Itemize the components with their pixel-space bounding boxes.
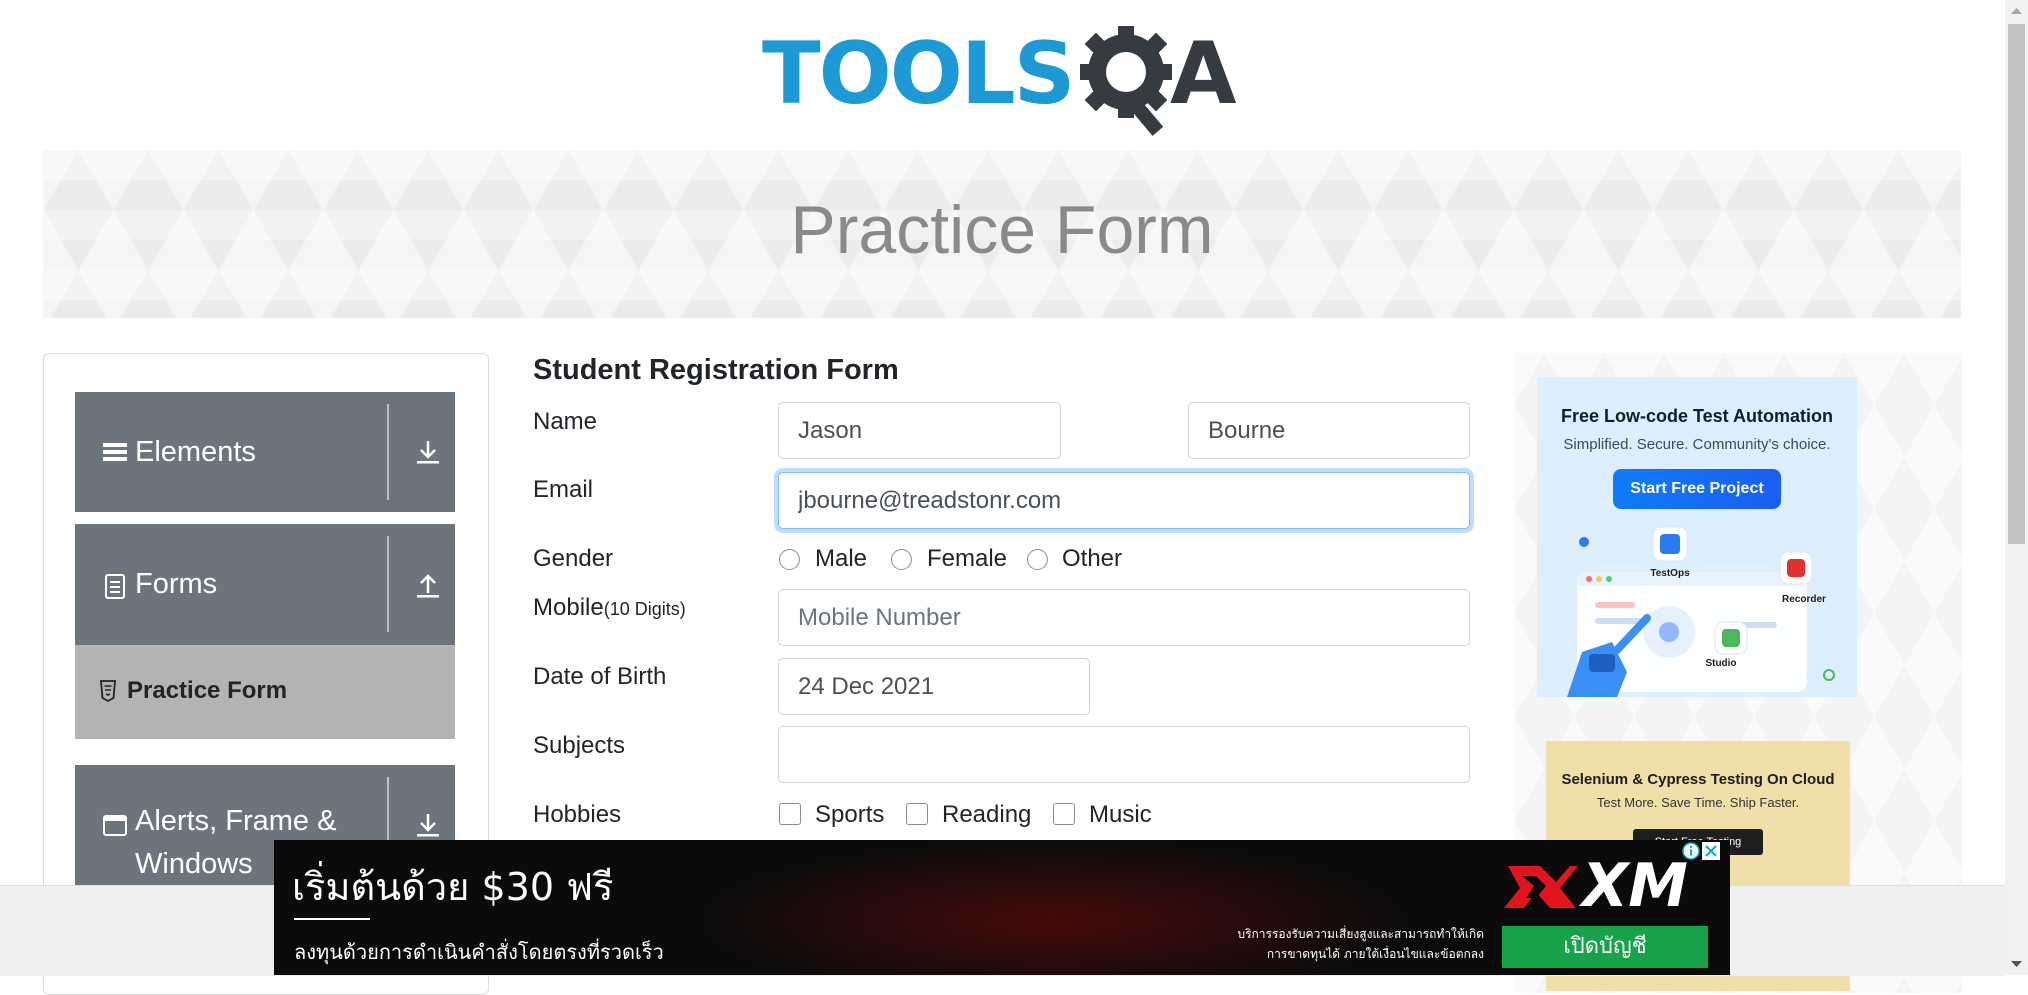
gender-female-radio[interactable] xyxy=(891,549,912,570)
sidebar-item-practice-form[interactable]: Practice Form xyxy=(75,645,455,739)
divider xyxy=(387,404,389,500)
ad-start-button[interactable]: Start Free Project xyxy=(1613,469,1781,509)
sidebar-group-label-line2: Windows xyxy=(135,848,253,880)
toolsqa-logo[interactable]: TOOLS A xyxy=(762,22,1246,136)
last-name-input[interactable] xyxy=(1188,402,1470,459)
xm-logo-text: XM xyxy=(1582,851,1688,921)
name-label: Name xyxy=(533,408,598,435)
ad-label-studio: Studio xyxy=(1705,658,1736,669)
sidebar-group-label: Elements xyxy=(135,436,256,468)
hobby-reading-checkbox[interactable] xyxy=(906,803,928,825)
gender-other-radio[interactable] xyxy=(1027,549,1048,570)
mobile-label-text: Mobile xyxy=(533,594,604,621)
logo-text: TOOLS xyxy=(762,24,1076,124)
bottom-banner-ad[interactable]: เริ่มต้นด้วย $30 ฟรี ลงทุนด้วยการดำเนินค… xyxy=(274,840,1730,975)
email-label: Email xyxy=(533,476,594,503)
ad-label-testops: TestOps xyxy=(1650,568,1690,579)
gender-male-label[interactable]: Male xyxy=(815,544,867,574)
divider xyxy=(387,536,389,632)
email-input[interactable] xyxy=(778,472,1470,529)
gear-magnifier-icon xyxy=(1080,26,1172,136)
xm-logo-mark xyxy=(1504,866,1578,908)
ad-testing-tool[interactable]: Free Low-code Test Automation Simplified… xyxy=(1537,377,1857,697)
html5-icon xyxy=(100,680,116,702)
sidebar-group-elements[interactable]: Elements xyxy=(75,392,455,512)
ad-title: Selenium & Cypress Testing On Cloud xyxy=(1561,771,1835,788)
date-of-birth-input[interactable] xyxy=(778,658,1090,715)
page-title: Practice Form xyxy=(790,192,1214,268)
ad-headline: เริ่มต้นด้วย $30 ฟรี xyxy=(292,865,614,909)
ad-subtitle: Simplified. Secure. Community's choice. xyxy=(1563,436,1831,453)
hobby-music-label[interactable]: Music xyxy=(1089,800,1152,830)
ad-underline xyxy=(294,918,370,920)
hobby-sports-checkbox[interactable] xyxy=(779,803,801,825)
info-icon[interactable] xyxy=(1682,842,1700,860)
ad-label-recorder: Recorder xyxy=(1782,594,1826,605)
sidebar-group-label: Alerts, Frame & xyxy=(135,805,337,837)
subjects-input[interactable] xyxy=(778,726,1470,783)
gender-other-label[interactable]: Other xyxy=(1062,544,1122,574)
page-banner: Practice Form xyxy=(43,150,1961,318)
sidebar-group-forms[interactable]: Forms xyxy=(75,524,455,645)
ad-disclaimer: บริการรองรับความเสี่ยงสูงและสามารถทำให้เ… xyxy=(1237,927,1484,961)
gender-female-label[interactable]: Female xyxy=(927,544,1007,574)
vertical-scrollbar[interactable] xyxy=(2005,0,2028,975)
document-icon xyxy=(105,574,125,599)
gender-label: Gender xyxy=(533,545,614,572)
ad-subtitle: Test More. Save Time. Ship Faster. xyxy=(1596,795,1800,810)
mobile-input[interactable] xyxy=(778,589,1470,646)
download-icon[interactable] xyxy=(414,438,442,466)
gender-male-radio[interactable] xyxy=(779,549,800,570)
hobby-music-checkbox[interactable] xyxy=(1053,803,1075,825)
window-icon xyxy=(103,815,127,836)
form-title: Student Registration Form xyxy=(533,354,899,386)
first-name-input[interactable] xyxy=(778,402,1061,459)
xm-logo: XM xyxy=(1500,852,1710,920)
mobile-hint: (10 Digits) xyxy=(603,599,686,619)
ad-illustration: TestOps Recorder Studio xyxy=(1567,526,1835,697)
scrollbar-thumb[interactable] xyxy=(2008,24,2025,544)
ad-title: Free Low-code Test Automation xyxy=(1560,406,1833,426)
download-icon[interactable] xyxy=(414,811,442,839)
logo-text-a: A xyxy=(1170,24,1237,124)
hamburger-icon xyxy=(103,443,127,461)
dob-label: Date of Birth xyxy=(533,663,667,690)
hobby-sports-label[interactable]: Sports xyxy=(815,800,884,830)
sidebar-group-label: Forms xyxy=(135,568,218,600)
mobile-label: Mobile(10 Digits) xyxy=(533,593,686,624)
ad-open-account-button[interactable]: เปิดบัญชี xyxy=(1502,926,1708,968)
close-icon[interactable] xyxy=(1702,842,1720,860)
ad-subline: ลงทุนด้วยการดำเนินคำสั่งโดยตรงที่รวดเร็ว xyxy=(294,940,664,964)
scroll-down-arrow-icon[interactable] xyxy=(2005,953,2028,975)
hobby-reading-label[interactable]: Reading xyxy=(942,800,1031,830)
hobbies-label: Hobbies xyxy=(533,801,622,828)
sidebar-item-label: Practice Form xyxy=(127,677,288,704)
subjects-label: Subjects xyxy=(533,732,626,759)
scroll-up-arrow-icon[interactable] xyxy=(2005,0,2028,22)
upload-icon[interactable] xyxy=(414,572,442,600)
